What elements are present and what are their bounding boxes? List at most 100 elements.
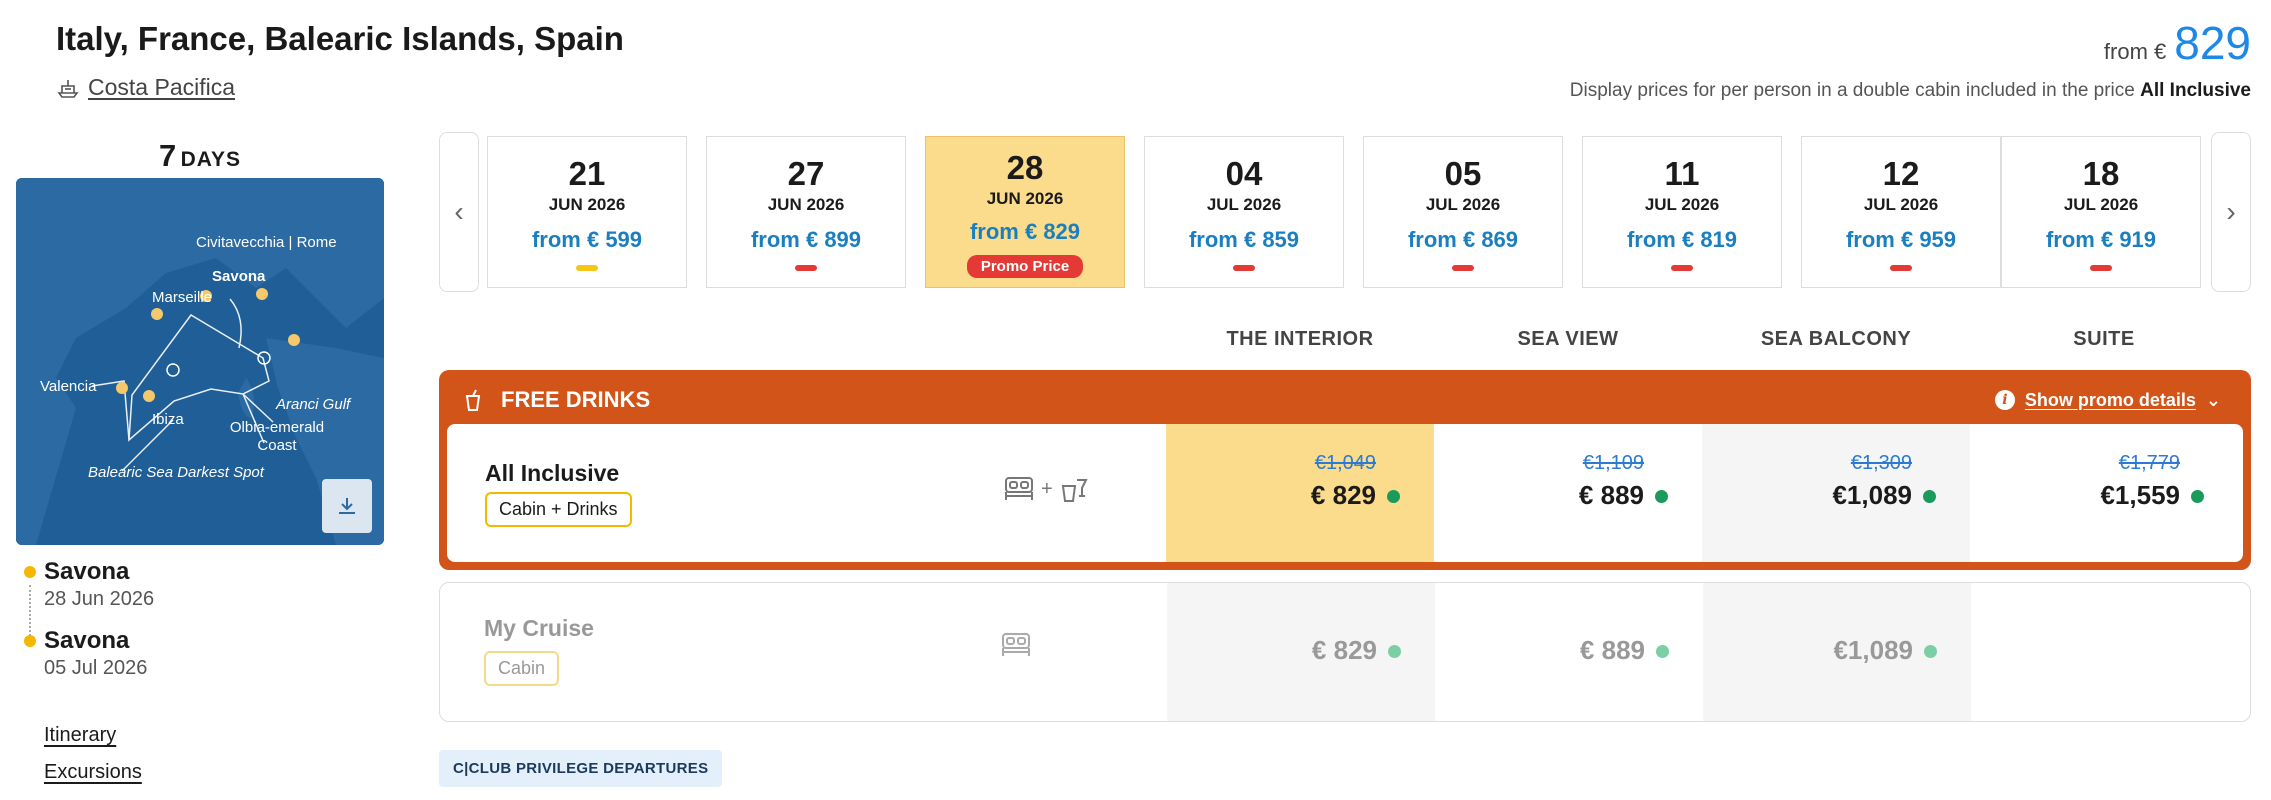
duration: 7 DAYS xyxy=(16,138,384,174)
date-card[interactable]: 21 JUN 2026 from € 599 xyxy=(487,136,687,288)
itinerary-link[interactable]: Itinerary xyxy=(44,724,142,747)
price-cell-interior[interactable]: € 829 xyxy=(1167,583,1435,721)
date-month: JUN 2026 xyxy=(986,189,1064,208)
map-download-button[interactable] xyxy=(322,479,372,533)
plan-name: All Inclusive xyxy=(485,460,620,486)
stop-date: 05 Jul 2026 xyxy=(44,657,148,679)
price-from-label: from € xyxy=(2103,39,2167,64)
price-note: Display prices for per person in a doubl… xyxy=(1569,80,2251,101)
carousel-prev-button[interactable]: ‹ xyxy=(439,132,479,292)
map-label-olbia: Olbia-emerald Coast xyxy=(229,419,325,454)
ship-name[interactable]: Costa Pacifica xyxy=(88,74,235,101)
availability-indicator xyxy=(576,265,598,271)
availability-dot-icon xyxy=(1387,490,1400,503)
date-card[interactable]: 27 JUN 2026 from € 899 xyxy=(706,136,906,288)
stop-city: Savona xyxy=(44,558,130,585)
date-month: JUL 2026 xyxy=(2063,195,2139,214)
date-card[interactable]: 04 JUL 2026 from € 859 xyxy=(1144,136,1344,288)
current-price: € 889 xyxy=(1578,480,1644,510)
plan-name: My Cruise xyxy=(484,615,594,641)
date-day: 28 xyxy=(1006,149,1044,186)
carousel-next-button[interactable]: › xyxy=(2211,132,2251,292)
promo-details-link[interactable]: Show promo details xyxy=(2025,390,2196,411)
ship-icon xyxy=(57,79,79,98)
drinks-icon xyxy=(1061,479,1088,502)
plan-tag: Cabin + Drinks xyxy=(485,492,632,527)
plus-sign: + xyxy=(1041,477,1053,500)
map-label-savona: Savona xyxy=(212,268,266,285)
chevron-left-icon: ‹ xyxy=(454,196,464,227)
date-month: JUL 2026 xyxy=(1863,195,1939,214)
promo-header: FREE DRINKS xyxy=(463,382,650,418)
map-label-marseille: Marseille xyxy=(152,289,213,306)
price-cell-sea-balcony[interactable]: €1,309 €1,089 xyxy=(1702,424,1970,562)
current-price: € 829 xyxy=(1310,480,1376,510)
date-month: JUL 2026 xyxy=(1644,195,1720,214)
date-price: from € 819 xyxy=(1626,227,1738,252)
itinerary-summary: Savona 28 Jun 2026 Savona 05 Jul 2026 xyxy=(24,558,154,696)
old-price: €1,109 xyxy=(1582,452,1644,474)
itinerary-map[interactable]: Civitavecchia | Rome Savona Marseille Va… xyxy=(16,178,384,545)
side-links: Itinerary Excursions xyxy=(44,724,142,798)
bed-icon xyxy=(1005,477,1033,500)
current-price: €1,559 xyxy=(2100,480,2180,510)
plan-tag: Cabin xyxy=(484,651,560,686)
column-header-interior: THE INTERIOR xyxy=(1226,328,1374,350)
ship-link[interactable]: Costa Pacifica xyxy=(56,74,235,101)
date-card[interactable]: 12 JUL 2026 from € 959 xyxy=(1801,136,2001,288)
stop-marker-icon xyxy=(24,635,36,647)
date-price: from € 829 xyxy=(969,219,1081,244)
info-icon: i xyxy=(1994,390,2015,410)
date-price: from € 959 xyxy=(1845,227,1957,252)
drink-icon xyxy=(465,389,481,411)
availability-dot-icon xyxy=(1923,490,1936,503)
date-day: 18 xyxy=(2082,155,2120,192)
duration-unit: DAYS xyxy=(180,148,242,171)
price-cell-interior[interactable]: €1,049 € 829 xyxy=(1166,424,1434,562)
itinerary-stop: Savona 05 Jul 2026 xyxy=(24,627,154,680)
availability-dot-icon xyxy=(1388,645,1401,658)
date-month: JUN 2026 xyxy=(767,195,845,214)
map-label-civitavecchia: Civitavecchia | Rome xyxy=(196,234,337,251)
column-header-sea-balcony: SEA BALCONY xyxy=(1760,328,1912,350)
old-price: €1,309 xyxy=(1850,452,1912,474)
promo-price-badge: Promo Price xyxy=(966,255,1084,278)
old-price: €1,779 xyxy=(2118,452,2180,474)
duration-number: 7 xyxy=(158,138,177,173)
chevron-down-icon: ⌄ xyxy=(2205,389,2221,410)
date-card[interactable]: 05 JUL 2026 from € 869 xyxy=(1363,136,1563,288)
availability-indicator xyxy=(1452,265,1474,271)
itinerary-stop: Savona 28 Jun 2026 xyxy=(24,558,154,611)
availability-indicator xyxy=(2090,265,2112,271)
header-price: from € 829 xyxy=(2104,16,2251,70)
price-cell-sea-view[interactable]: € 889 xyxy=(1435,583,1703,721)
date-day: 05 xyxy=(1444,155,1482,192)
price-cell-sea-balcony[interactable]: €1,089 xyxy=(1703,583,1971,721)
price-cell-suite[interactable]: €1,779 €1,559 xyxy=(1970,424,2238,562)
current-price: € 889 xyxy=(1579,635,1645,665)
date-card[interactable]: 18 JUL 2026 from € 919 xyxy=(2001,136,2201,288)
availability-indicator xyxy=(1671,265,1693,271)
stop-marker-icon xyxy=(24,566,36,578)
map-label-balearic: Balearic Sea Darkest Spot xyxy=(88,464,264,481)
current-price: €1,089 xyxy=(1832,480,1912,510)
date-carousel: ‹ 21 JUN 2026 from € 599 27 JUN 2026 fro… xyxy=(439,132,2251,292)
price-cell-sea-view[interactable]: €1,109 € 889 xyxy=(1434,424,1702,562)
column-header-sea-view: SEA VIEW xyxy=(1517,328,1619,350)
date-card-selected[interactable]: 28 JUN 2026 from € 829 Promo Price xyxy=(925,136,1125,288)
map-label-valencia: Valencia xyxy=(40,378,97,395)
excursions-link[interactable]: Excursions xyxy=(44,761,142,784)
all-inclusive-plan[interactable]: €1,049 € 829 €1,109 € 889 €1,309 €1,089 … xyxy=(447,424,2243,562)
my-cruise-plan[interactable]: € 829 € 889 €1,089 My Cruise Cabin xyxy=(439,582,2251,722)
date-day: 04 xyxy=(1225,155,1263,192)
promo-title: FREE DRINKS xyxy=(501,387,651,412)
promo-details-toggle[interactable]: i Show promo details ⌄ xyxy=(1994,382,2221,418)
old-price: €1,049 xyxy=(1314,452,1376,474)
date-month: JUL 2026 xyxy=(1425,195,1501,214)
date-price: from € 869 xyxy=(1407,227,1519,252)
availability-dot-icon xyxy=(1924,645,1937,658)
date-card[interactable]: 11 JUL 2026 from € 819 xyxy=(1582,136,1782,288)
map-label-ibiza: Ibiza xyxy=(152,411,184,428)
free-drinks-promo: FREE DRINKS i Show promo details ⌄ €1,04… xyxy=(439,370,2251,570)
availability-indicator xyxy=(795,265,817,271)
